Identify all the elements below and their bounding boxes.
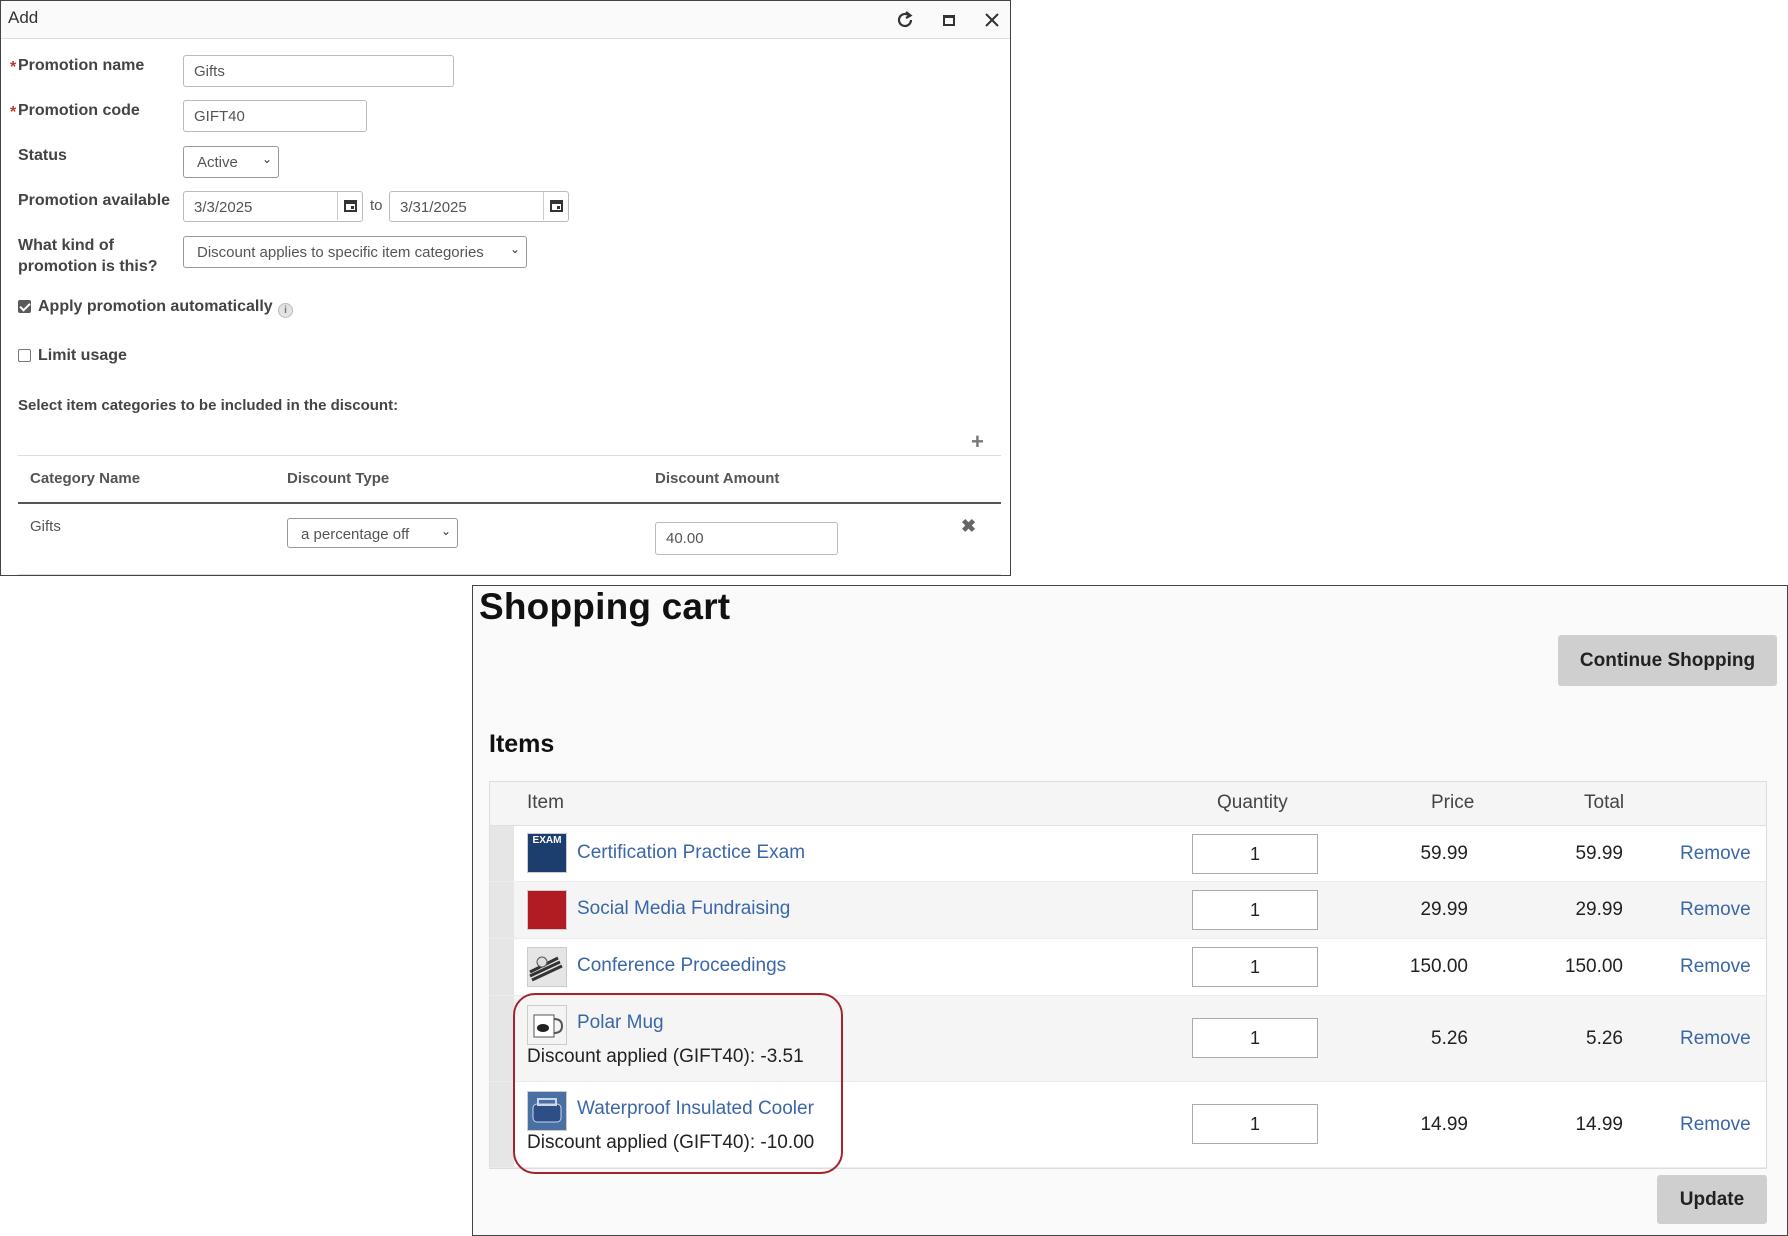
discount-type-select-value: a percentage off bbox=[301, 526, 410, 543]
category-table-header: Category Name Discount Type Discount Amo… bbox=[18, 456, 1001, 504]
price-cell: 5.26 bbox=[1431, 1028, 1468, 1049]
category-name-cell: Gifts bbox=[30, 518, 61, 535]
item-header: Item bbox=[527, 792, 564, 813]
quantity-input[interactable]: 1 bbox=[1192, 1018, 1318, 1058]
cart-table-header: Item Quantity Price Total bbox=[490, 782, 1766, 826]
shopping-cart-panel: Shopping cart Continue Shopping Items It… bbox=[472, 585, 1788, 1236]
update-button[interactable]: Update bbox=[1657, 1175, 1767, 1224]
categories-prompt: Select item categories to be included in… bbox=[18, 397, 399, 414]
dialog-title: Add bbox=[8, 8, 39, 27]
item-link[interactable]: Waterproof Insulated Cooler bbox=[577, 1098, 814, 1120]
discount-applied-text: Discount applied (GIFT40): -3.51 bbox=[527, 1046, 804, 1067]
item-thumbnail bbox=[527, 1091, 567, 1131]
price-cell: 59.99 bbox=[1420, 843, 1468, 864]
promotion-available-label: Promotion available bbox=[18, 192, 171, 209]
chevron-down-icon: ⌄ bbox=[509, 242, 520, 256]
item-thumbnail: EXAM bbox=[527, 833, 567, 873]
category-row: Gifts a percentage off ⌄ 40.00 ✖ bbox=[18, 504, 1001, 575]
item-thumbnail bbox=[527, 1005, 567, 1045]
promotion-kind-select-value: Discount applies to specific item catego… bbox=[197, 244, 484, 261]
calendar-icon[interactable] bbox=[337, 192, 362, 220]
quantity-header: Quantity bbox=[1217, 792, 1288, 813]
status-select-value: Active bbox=[197, 154, 238, 171]
add-promotion-dialog: Add * Promotion name Gifts * Promotion c… bbox=[0, 0, 1011, 576]
price-cell: 29.99 bbox=[1420, 899, 1468, 920]
item-link[interactable]: Certification Practice Exam bbox=[577, 842, 805, 864]
chevron-down-icon: ⌄ bbox=[261, 152, 272, 166]
cart-table: Item Quantity Price Total EXAM Certifica… bbox=[489, 781, 1767, 1169]
category-table: Category Name Discount Type Discount Amo… bbox=[18, 455, 1001, 575]
category-name-header: Category Name bbox=[30, 470, 141, 487]
refresh-icon[interactable] bbox=[892, 7, 918, 33]
price-header: Price bbox=[1431, 792, 1475, 813]
dialog-header: Add bbox=[1, 1, 1010, 39]
promotion-code-input[interactable]: GIFT40 bbox=[183, 100, 367, 132]
quantity-input[interactable]: 1 bbox=[1192, 947, 1318, 987]
close-icon[interactable] bbox=[979, 7, 1005, 33]
table-row: Polar Mug Discount applied (GIFT40): -3.… bbox=[490, 996, 1766, 1082]
status-label: Status bbox=[18, 147, 67, 164]
promotion-kind-select[interactable]: Discount applies to specific item catego… bbox=[183, 236, 527, 268]
info-icon[interactable]: i bbox=[278, 303, 293, 318]
promotion-name-label: Promotion name bbox=[18, 57, 145, 74]
discount-amount-header: Discount Amount bbox=[655, 470, 780, 487]
available-to-input[interactable]: 3/31/2025 bbox=[389, 191, 569, 222]
table-row: Social Media Fundraising 1 29.99 29.99 R… bbox=[490, 882, 1766, 939]
continue-shopping-button[interactable]: Continue Shopping bbox=[1558, 635, 1777, 686]
available-from-value: 3/3/2025 bbox=[194, 199, 253, 216]
total-cell: 150.00 bbox=[1564, 956, 1623, 977]
item-thumbnail bbox=[527, 890, 567, 930]
price-cell: 14.99 bbox=[1420, 1114, 1468, 1135]
promotion-kind-label: What kind of promotion is this? bbox=[18, 235, 158, 277]
promotion-name-input[interactable]: Gifts bbox=[183, 55, 454, 87]
remove-link[interactable]: Remove bbox=[1680, 899, 1751, 921]
available-to-value: 3/31/2025 bbox=[400, 199, 467, 216]
promotion-kind-label-line1: What kind of bbox=[18, 237, 114, 254]
limit-usage-checkbox[interactable] bbox=[18, 349, 31, 362]
remove-link[interactable]: Remove bbox=[1680, 1028, 1751, 1050]
items-heading: Items bbox=[489, 730, 555, 758]
plus-icon[interactable]: + bbox=[971, 429, 984, 455]
remove-link[interactable]: Remove bbox=[1680, 956, 1751, 978]
item-link[interactable]: Polar Mug bbox=[577, 1012, 664, 1034]
quantity-input[interactable]: 1 bbox=[1192, 834, 1318, 874]
discount-type-select[interactable]: a percentage off ⌄ bbox=[287, 518, 458, 548]
total-cell: 14.99 bbox=[1575, 1114, 1623, 1135]
chevron-down-icon: ⌄ bbox=[440, 524, 451, 538]
total-cell: 5.26 bbox=[1586, 1028, 1623, 1049]
table-row: Waterproof Insulated Cooler Discount app… bbox=[490, 1082, 1766, 1168]
price-cell: 150.00 bbox=[1409, 956, 1468, 977]
quantity-input[interactable]: 1 bbox=[1192, 890, 1318, 930]
item-link[interactable]: Conference Proceedings bbox=[577, 955, 786, 977]
promotion-code-label: Promotion code bbox=[18, 102, 140, 119]
total-header: Total bbox=[1584, 792, 1625, 813]
discount-applied-text: Discount applied (GIFT40): -10.00 bbox=[527, 1132, 815, 1153]
discount-amount-input[interactable]: 40.00 bbox=[655, 522, 838, 555]
date-range-to-label: to bbox=[370, 197, 383, 214]
item-link[interactable]: Social Media Fundraising bbox=[577, 898, 790, 920]
exam-thumb-label: EXAM bbox=[532, 835, 562, 846]
remove-link[interactable]: Remove bbox=[1680, 1114, 1751, 1136]
quantity-input[interactable]: 1 bbox=[1192, 1104, 1318, 1144]
total-cell: 29.99 bbox=[1575, 899, 1623, 920]
apply-automatically-label: Apply promotion automatically bbox=[38, 298, 273, 315]
maximize-icon[interactable] bbox=[936, 7, 962, 33]
apply-automatically-checkbox[interactable] bbox=[18, 300, 31, 313]
promotion-kind-label-line2: promotion is this? bbox=[18, 258, 158, 275]
remove-x-icon[interactable]: ✖ bbox=[961, 516, 976, 537]
available-from-input[interactable]: 3/3/2025 bbox=[183, 191, 363, 222]
status-select[interactable]: Active ⌄ bbox=[183, 146, 279, 178]
discount-type-header: Discount Type bbox=[287, 470, 390, 487]
table-row: Conference Proceedings 1 150.00 150.00 R… bbox=[490, 939, 1766, 996]
total-cell: 59.99 bbox=[1575, 843, 1623, 864]
limit-usage-label: Limit usage bbox=[38, 347, 127, 364]
remove-link[interactable]: Remove bbox=[1680, 843, 1751, 865]
item-thumbnail bbox=[527, 947, 567, 987]
page-title: Shopping cart bbox=[479, 586, 731, 627]
calendar-icon[interactable] bbox=[543, 192, 568, 220]
table-row: EXAM Certification Practice Exam 1 59.99… bbox=[490, 826, 1766, 882]
required-marker: * bbox=[10, 104, 17, 121]
required-marker: * bbox=[10, 59, 17, 76]
